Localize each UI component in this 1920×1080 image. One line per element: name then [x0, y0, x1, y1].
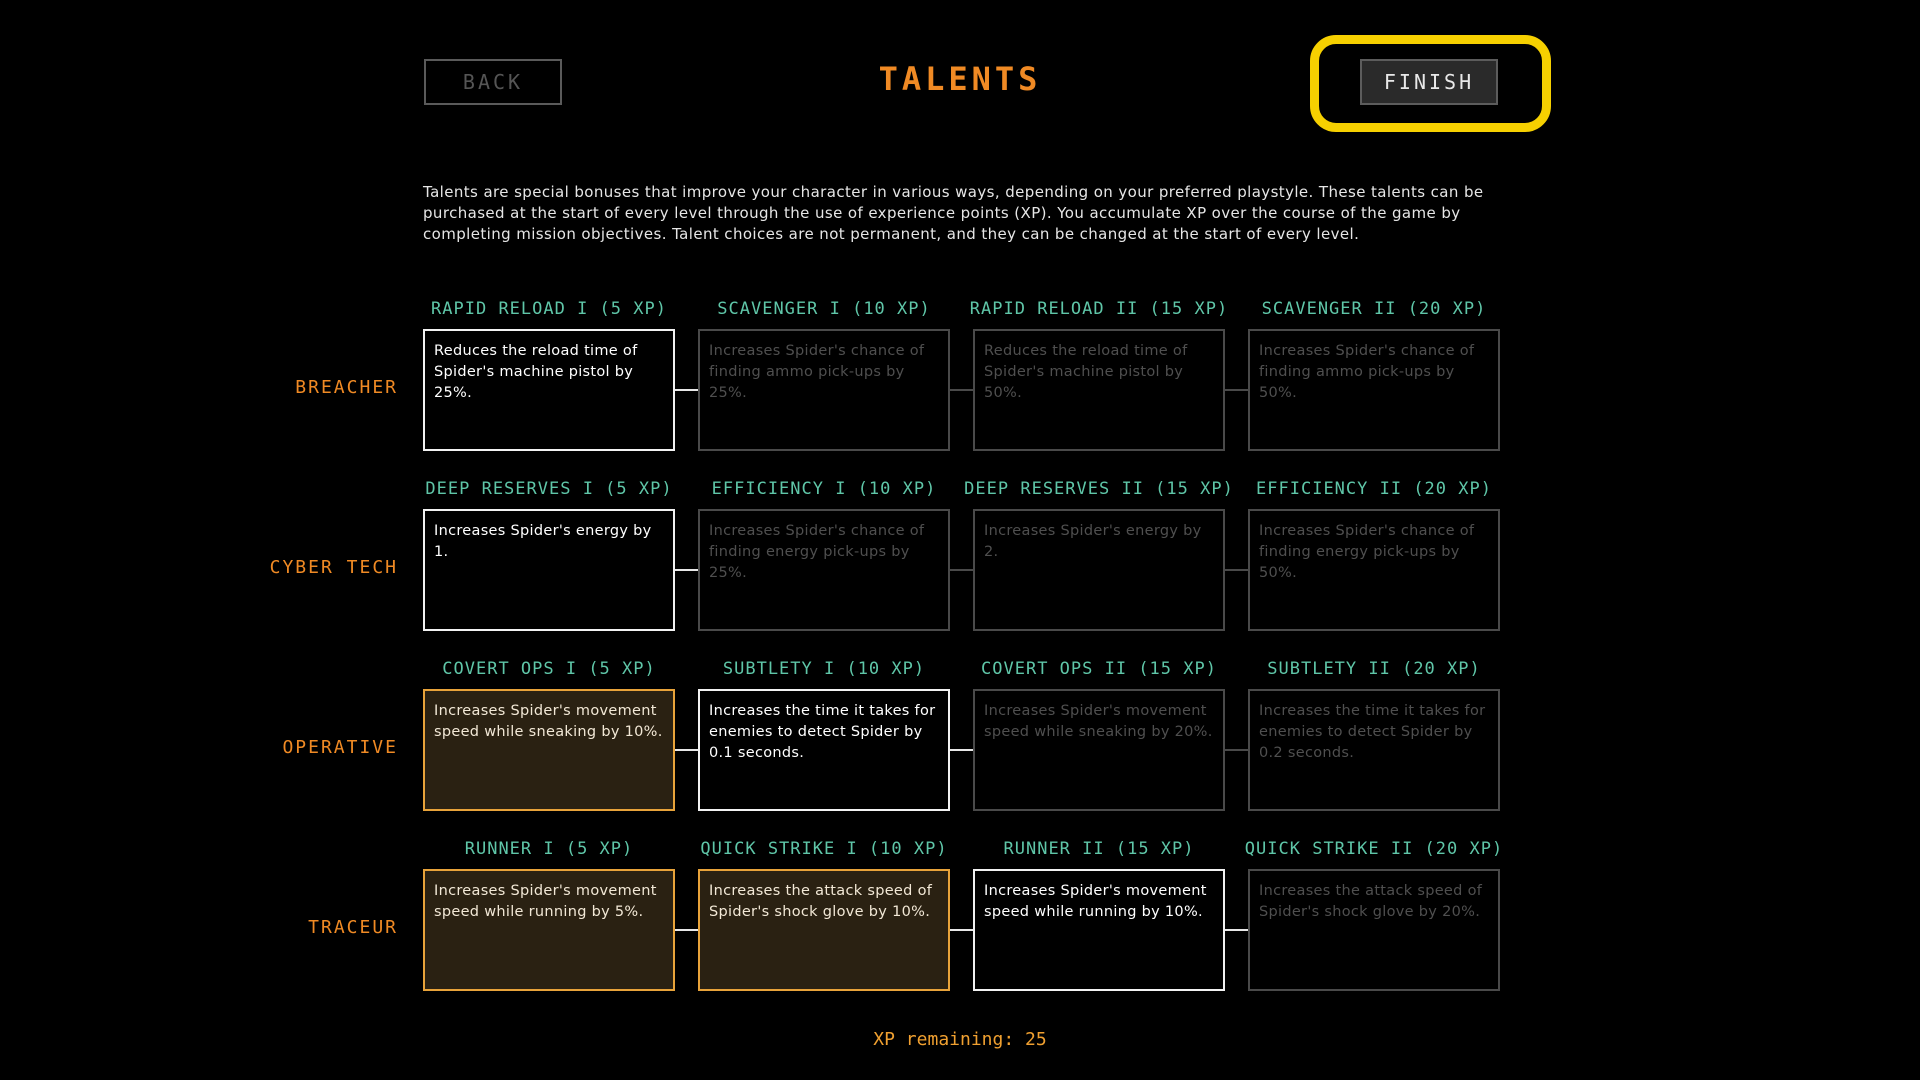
talent-title: RUNNER I (5 XP)	[464, 839, 634, 859]
talent-connector	[950, 389, 973, 391]
finish-button[interactable]: FINISH	[1360, 59, 1498, 105]
talent-card[interactable]: Increases Spider's chance of finding amm…	[1248, 329, 1500, 451]
talent-title: SCAVENGER I (10 XP)	[717, 299, 931, 319]
row-label-operative: OPERATIVE	[282, 737, 398, 758]
talent-title: EFFICIENCY II (20 XP)	[1256, 479, 1492, 499]
talent-title: RAPID RELOAD I (5 XP)	[431, 299, 667, 319]
talent-connector	[675, 929, 698, 931]
talent-card[interactable]: Increases Spider's movement speed while …	[423, 689, 675, 811]
talent-title: EFFICIENCY I (10 XP)	[711, 479, 937, 499]
talent-card[interactable]: Increases Spider's chance of finding amm…	[698, 329, 950, 451]
xp-remaining: XP remaining: 25	[873, 1029, 1047, 1050]
talent-title: SCAVENGER II (20 XP)	[1261, 299, 1487, 319]
talent-card[interactable]: Reduces the reload time of Spider's mach…	[423, 329, 675, 451]
talent-connector	[1225, 389, 1248, 391]
talent-card[interactable]: Increases Spider's energy by 1.	[423, 509, 675, 631]
talent-card[interactable]: Increases the attack speed of Spider's s…	[1248, 869, 1500, 991]
talent-connector	[1225, 749, 1248, 751]
talent-card[interactable]: Reduces the reload time of Spider's mach…	[973, 329, 1225, 451]
talent-card[interactable]: Increases the time it takes for enemies …	[698, 689, 950, 811]
talent-card[interactable]: Increases the time it takes for enemies …	[1248, 689, 1500, 811]
talent-connector	[675, 569, 698, 571]
talent-title: DEEP RESERVES II (15 XP)	[964, 479, 1234, 499]
talent-title: COVERT OPS II (15 XP)	[981, 659, 1217, 679]
talent-card[interactable]: Increases Spider's chance of finding ene…	[698, 509, 950, 631]
talent-title: SUBTLETY I (10 XP)	[722, 659, 926, 679]
talent-title: RAPID RELOAD II (15 XP)	[969, 299, 1229, 319]
talent-title: RUNNER II (15 XP)	[1003, 839, 1195, 859]
talent-card[interactable]: Increases Spider's chance of finding ene…	[1248, 509, 1500, 631]
talent-title: SUBTLETY II (20 XP)	[1267, 659, 1481, 679]
talent-connector	[675, 389, 698, 391]
talent-connector	[1225, 929, 1248, 931]
talent-title: QUICK STRIKE II (20 XP)	[1244, 839, 1504, 859]
talent-card[interactable]: Increases Spider's movement speed while …	[973, 689, 1225, 811]
talent-card[interactable]: Increases Spider's energy by 2.	[973, 509, 1225, 631]
talent-title: COVERT OPS I (5 XP)	[442, 659, 656, 679]
intro-text: Talents are special bonuses that improve…	[423, 183, 1484, 243]
talent-card[interactable]: Increases Spider's movement speed while …	[973, 869, 1225, 991]
talent-title: DEEP RESERVES I (5 XP)	[425, 479, 673, 499]
talent-connector	[950, 929, 973, 931]
row-label-breacher: BREACHER	[295, 377, 398, 398]
talent-connector	[675, 749, 698, 751]
page-title: TALENTS	[878, 60, 1042, 98]
talent-connector	[950, 569, 973, 571]
talent-card[interactable]: Increases the attack speed of Spider's s…	[698, 869, 950, 991]
row-label-cyber-tech: CYBER TECH	[269, 557, 398, 578]
talent-connector	[1225, 569, 1248, 571]
talent-connector	[950, 749, 973, 751]
back-button[interactable]: BACK	[424, 59, 562, 105]
row-label-traceur: TRACEUR	[308, 917, 398, 938]
talent-card[interactable]: Increases Spider's movement speed while …	[423, 869, 675, 991]
talent-title: QUICK STRIKE I (10 XP)	[700, 839, 948, 859]
